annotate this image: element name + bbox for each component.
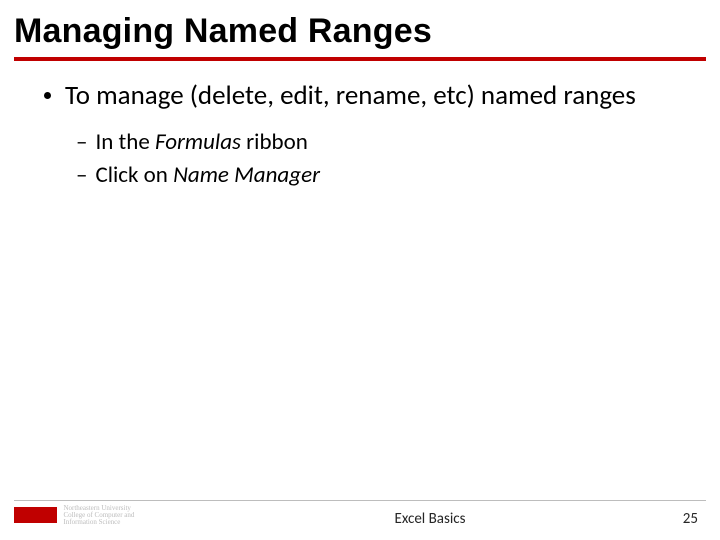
sub-bullet-text: In the Formulas ribbon <box>95 127 307 158</box>
bullet-dash-icon: – <box>76 127 87 158</box>
slide-footer: Northeastern University College of Compu… <box>0 500 720 540</box>
footer-divider <box>14 500 706 501</box>
bullet-level1: To manage (delete, edit, rename, etc) na… <box>44 79 680 113</box>
page-number: 25 <box>683 510 698 528</box>
bullet-level2: – In the Formulas ribbon <box>76 127 680 158</box>
slide-title: Managing Named Ranges <box>0 0 720 55</box>
footer-title: Excel Basics <box>0 510 720 528</box>
bullet-dash-icon: – <box>76 160 87 191</box>
slide-body: To manage (delete, edit, rename, etc) na… <box>0 61 720 191</box>
sub-bullet-text: Click on Name Manager <box>95 160 320 191</box>
bullet-text: To manage (delete, edit, rename, etc) na… <box>65 79 680 113</box>
bullet-dot-icon <box>44 92 51 99</box>
sub-bullet-list: – In the Formulas ribbon – Click on Name… <box>76 127 680 191</box>
bullet-level2: – Click on Name Manager <box>76 160 680 191</box>
slide: Managing Named Ranges To manage (delete,… <box>0 0 720 540</box>
